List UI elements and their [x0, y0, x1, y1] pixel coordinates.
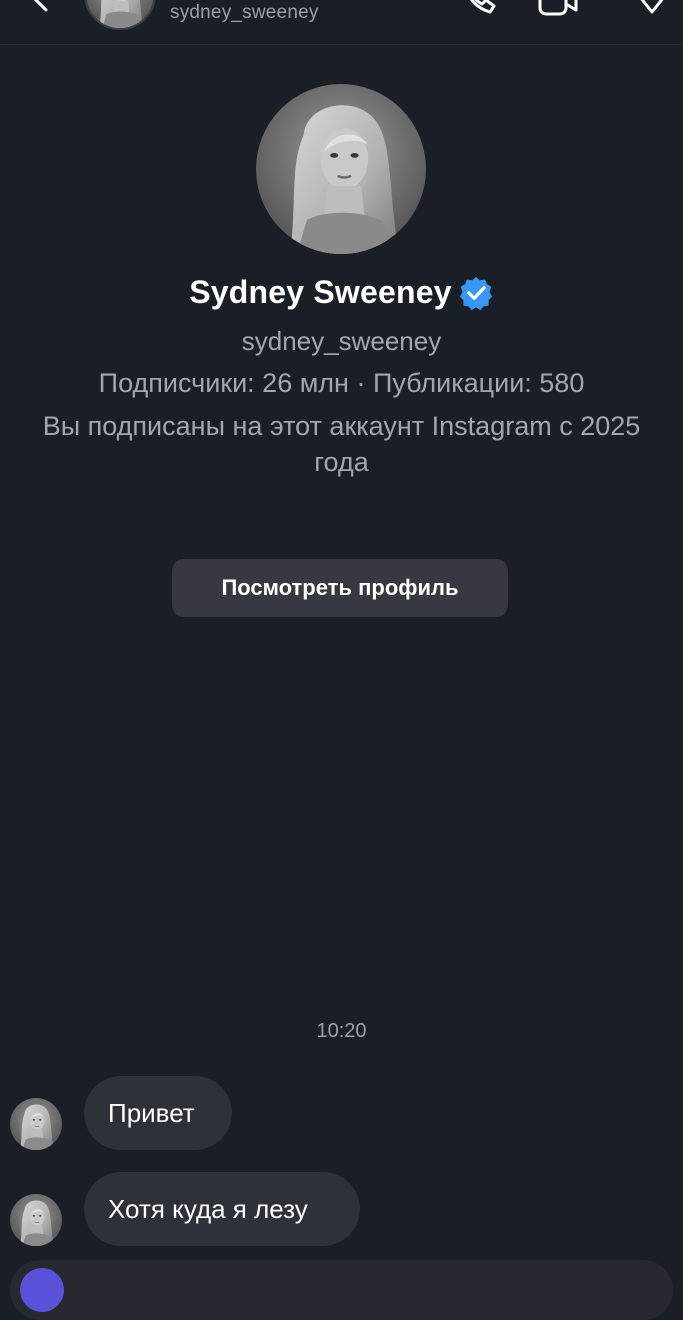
message-avatar[interactable]: [10, 1098, 62, 1150]
profile-avatar[interactable]: [256, 84, 426, 254]
message-bubble[interactable]: Хотя куда я лезу: [84, 1172, 360, 1246]
camera-button[interactable]: [20, 1268, 64, 1312]
back-button[interactable]: [24, 0, 56, 14]
chevron-left-icon: [33, 0, 48, 12]
header-avatar[interactable]: [84, 0, 156, 30]
profile-name: Sydney Sweeney: [189, 274, 452, 310]
message-timestamp: 10:20: [316, 1020, 367, 1042]
info-button[interactable]: [630, 0, 670, 18]
view-profile-button[interactable]: Посмотреть профиль: [172, 559, 508, 617]
header-username[interactable]: sydney_sweeney: [170, 2, 319, 24]
profile-name-row: Sydney Sweeney: [0, 274, 683, 311]
message-bubble[interactable]: Привет: [84, 1076, 232, 1150]
profile-follow-info: Вы подписаны на этот аккаунт Instagram с…: [42, 411, 641, 477]
message-composer[interactable]: [10, 1260, 673, 1320]
verified-badge-icon: [459, 276, 492, 310]
video-call-button[interactable]: [536, 0, 578, 18]
profile-stats: Подписчики: 26 млн · Публикации: 580: [98, 368, 585, 398]
chat-header: sydney_sweeney: [0, 0, 683, 45]
profile-username: sydney_sweeney: [241, 326, 442, 356]
call-button[interactable]: [458, 0, 498, 18]
info-icon: [640, 0, 664, 14]
phone-icon: [470, 0, 496, 14]
video-camera-icon: [538, 0, 578, 16]
message-avatar[interactable]: [10, 1194, 62, 1246]
